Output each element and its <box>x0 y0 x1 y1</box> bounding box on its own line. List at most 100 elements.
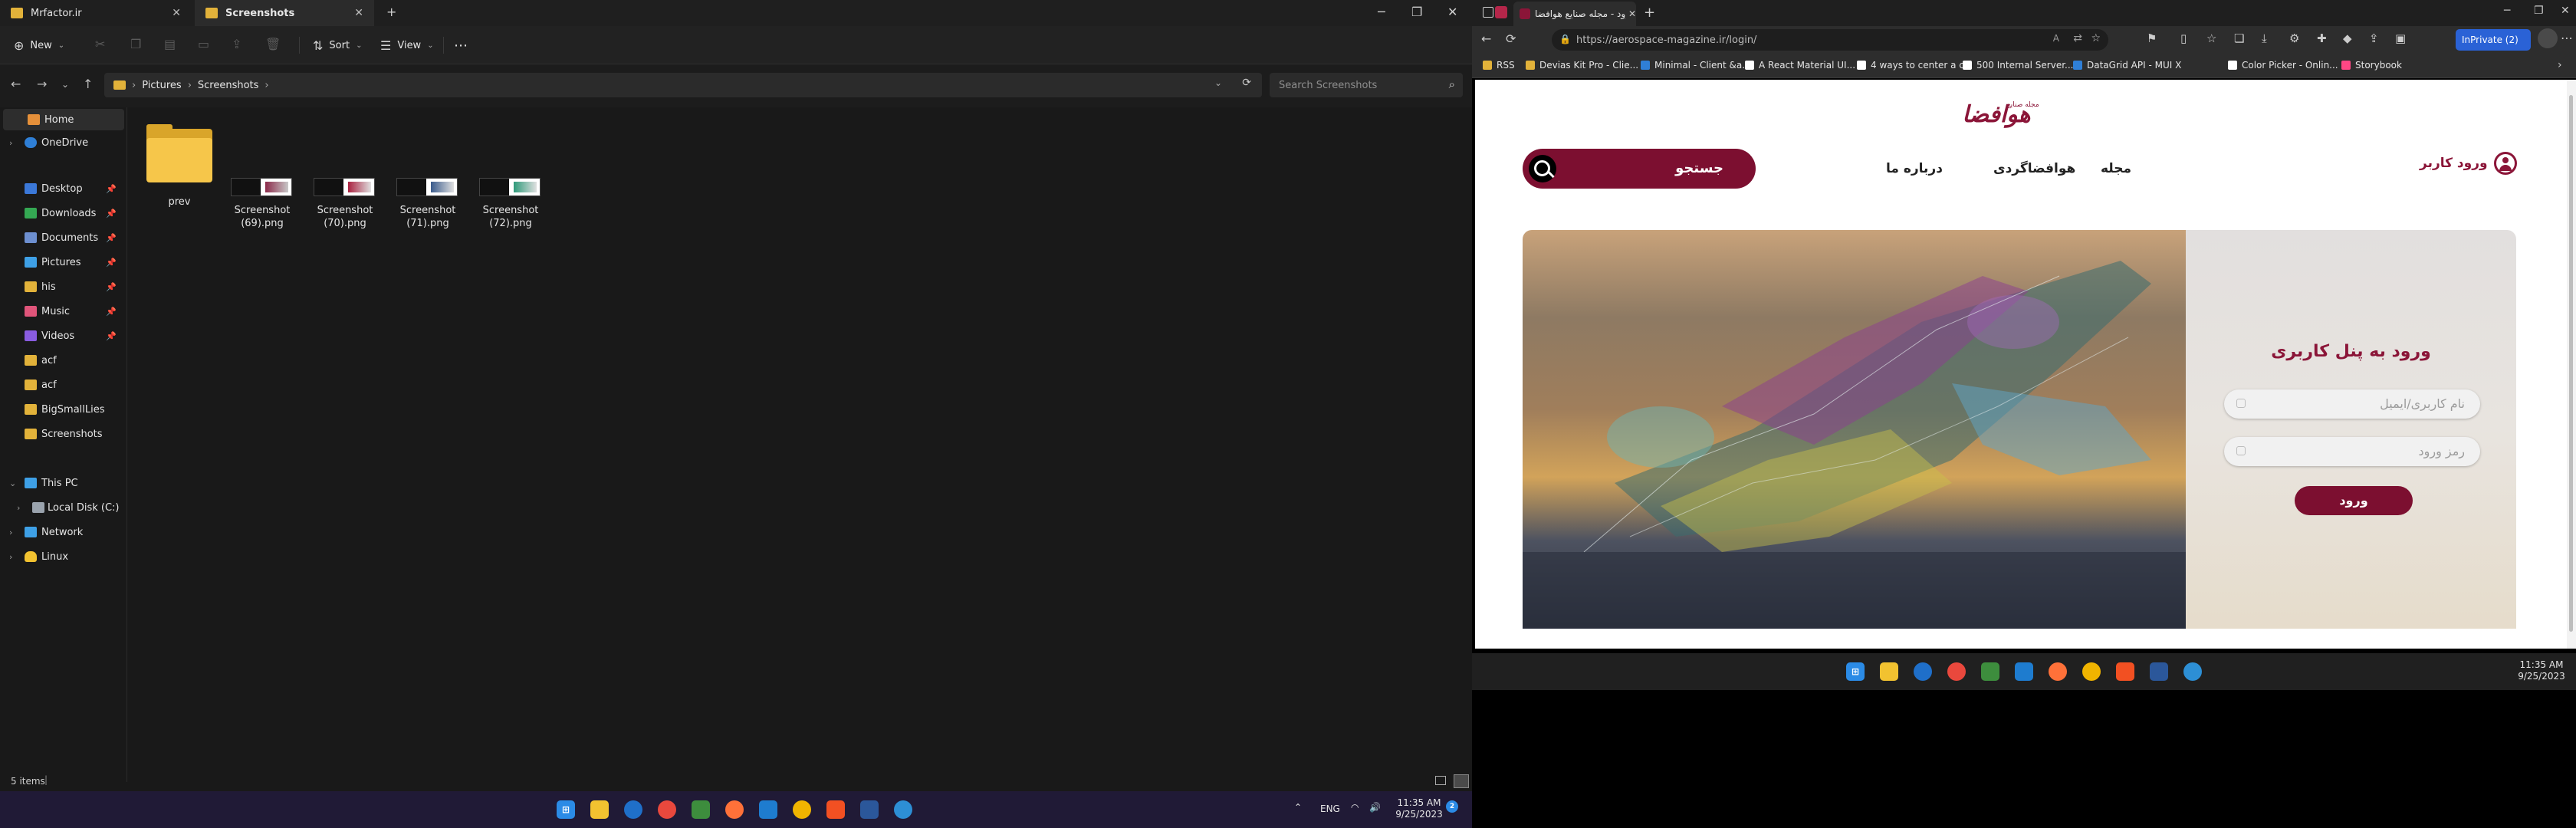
breadcrumb-screenshots[interactable]: Screenshots <box>198 80 259 91</box>
translate-icon[interactable]: ⇄ <box>2073 32 2082 44</box>
nav-aerospace-tour[interactable]: هوافضاگردی <box>1993 161 2075 176</box>
page-scrollbar[interactable] <box>2567 80 2576 649</box>
xampp-icon[interactable] <box>2116 662 2134 681</box>
extension-icon[interactable]: ✚ <box>2317 31 2327 45</box>
refresh-icon[interactable]: ⟳ <box>1242 77 1251 89</box>
start-icon[interactable]: ⊞ <box>1846 662 1865 681</box>
maximize-icon[interactable]: ❐ <box>2534 5 2544 17</box>
sidebar-item-onedrive[interactable]: › OneDrive <box>0 132 124 153</box>
more-options-icon[interactable]: ⋯ <box>454 34 468 57</box>
clock[interactable]: 11:35 AM 9/25/2023 <box>1394 797 1444 820</box>
settings-icon[interactable]: ⚙ <box>2289 31 2299 45</box>
details-view-icon[interactable] <box>1435 776 1446 785</box>
forward-icon[interactable]: → <box>37 77 47 91</box>
sidebar-item-local-disk[interactable]: › Local Disk (C:) <box>0 497 124 518</box>
firefox-icon[interactable] <box>2049 662 2067 681</box>
chrome-icon[interactable] <box>658 800 676 819</box>
start-icon[interactable]: ⊞ <box>557 800 575 819</box>
split-screen-icon[interactable]: ▯ <box>2180 31 2187 45</box>
xampp-icon[interactable] <box>826 800 845 819</box>
sidebar-item-desktop[interactable]: Desktop 📌 <box>0 178 124 199</box>
password-input[interactable]: رمز ورود <box>2224 437 2480 466</box>
paste-icon[interactable]: ▤ <box>164 37 176 51</box>
file-explorer-icon[interactable] <box>590 800 609 819</box>
bookmark-item[interactable]: Color Picker - Onlin... <box>2228 60 2338 71</box>
bookmark-item[interactable]: Devias Kit Pro - Clie... <box>1526 60 1638 71</box>
minimize-icon[interactable]: ─ <box>1378 5 1385 19</box>
collections-icon[interactable]: ❏ <box>2234 31 2244 45</box>
up-icon[interactable]: ↑ <box>83 77 93 91</box>
sidebar-item-acf[interactable]: acf <box>0 350 124 371</box>
chrome-canary-icon[interactable] <box>2082 662 2101 681</box>
copy-icon[interactable]: ❐ <box>130 37 141 51</box>
clock[interactable]: 11:35 AM 9/25/2023 <box>2515 659 2568 682</box>
chevron-up-icon[interactable]: ⌃ <box>1294 802 1302 813</box>
globe-icon[interactable] <box>2183 662 2202 681</box>
sidebar-item-screenshots[interactable]: Screenshots <box>0 423 124 445</box>
bookmark-item[interactable]: 4 ways to center a c... <box>1857 60 1973 71</box>
close-window-icon[interactable]: ✕ <box>2561 5 2570 17</box>
login-button[interactable]: ورود <box>2295 486 2413 515</box>
vscode-icon[interactable] <box>2015 662 2033 681</box>
sidebar-item-downloads[interactable]: Downloads 📌 <box>0 202 124 224</box>
sidebar-item-videos[interactable]: Videos 📌 <box>0 325 124 347</box>
search-icon[interactable] <box>1529 155 1556 182</box>
share-icon[interactable]: ⇪ <box>2369 31 2379 45</box>
firefox-icon[interactable] <box>725 800 744 819</box>
breadcrumb-pictures[interactable]: Pictures <box>142 80 181 91</box>
chevron-right-icon[interactable]: › <box>9 138 12 148</box>
profile-avatar[interactable] <box>2538 28 2558 48</box>
sidebar-item-linux[interactable]: › Linux <box>0 546 124 567</box>
chevron-right-icon[interactable]: › <box>9 552 12 562</box>
word-icon[interactable] <box>2150 662 2168 681</box>
downloads-icon[interactable]: ⤓ <box>2262 31 2267 45</box>
back-icon[interactable]: ← <box>11 77 21 91</box>
nav-about[interactable]: درباره ما <box>1886 161 1943 176</box>
nav-magazine[interactable]: مجله <box>2101 161 2131 176</box>
chevron-right-icon[interactable]: › <box>9 527 12 537</box>
word-icon[interactable] <box>860 800 879 819</box>
site-favicon[interactable] <box>1495 6 1507 18</box>
back-icon[interactable]: ← <box>1481 31 1491 46</box>
refresh-icon[interactable]: ⟳ <box>1506 31 1516 46</box>
view-button[interactable]: ☰ View ⌄ <box>380 34 434 57</box>
tiles-view-icon[interactable] <box>1454 774 1469 788</box>
site-search-input[interactable]: جستجو <box>1523 149 1756 189</box>
favorite-star-icon[interactable]: ☆ <box>2091 32 2101 44</box>
sidebar-item-music[interactable]: Music 📌 <box>0 301 124 322</box>
rename-icon[interactable]: ▭ <box>198 37 209 51</box>
minimize-icon[interactable]: ─ <box>2504 5 2510 17</box>
url-bar[interactable]: 🔒 https://aerospace-magazine.ir/login/ A… <box>1552 29 2108 51</box>
sidebar-item-documents[interactable]: Documents 📌 <box>0 227 124 248</box>
ad-blocker-icon[interactable]: ◆ <box>2343 31 2352 45</box>
tab-mrfactor[interactable]: Mrfactor.ir ✕ <box>0 0 192 26</box>
username-input[interactable]: نام کاربری/ایمیل <box>2224 389 2480 419</box>
sidebar-item-network[interactable]: › Network <box>0 521 124 543</box>
extensions-icon[interactable]: ⚑ <box>2147 31 2157 45</box>
close-window-icon[interactable]: ✕ <box>1447 5 1457 19</box>
language-indicator[interactable]: ENG <box>1320 803 1340 815</box>
notification-icon[interactable]: 2 <box>1446 800 1458 813</box>
recent-locations-icon[interactable]: ⌄ <box>61 79 69 90</box>
chrome-icon[interactable] <box>1947 662 1966 681</box>
bookmark-item[interactable]: 500 Internal Server... <box>1963 60 2073 71</box>
sort-button[interactable]: ⇅ Sort ⌄ <box>313 34 362 57</box>
new-tab-icon[interactable]: + <box>1644 5 1655 21</box>
user-login-link[interactable]: ورود کاربر <box>2420 152 2517 175</box>
tab-aerospace-login[interactable]: ورود - مجله صنایع هوافضا ✕ <box>1513 2 1636 26</box>
search-input[interactable]: Search Screenshots ⌕ <box>1270 73 1463 97</box>
bookmark-item[interactable]: Minimal - Client &a... <box>1641 60 1751 71</box>
tab-screenshots[interactable]: Screenshots ✕ <box>195 0 374 26</box>
read-aloud-icon[interactable]: A <box>2053 33 2059 44</box>
bookmark-item[interactable]: A React Material UI... <box>1745 60 1855 71</box>
more-options-icon[interactable]: ⋯ <box>2561 31 2573 45</box>
chevron-down-icon[interactable]: ⌄ <box>9 478 16 488</box>
edge-icon[interactable] <box>1914 662 1932 681</box>
delete-icon[interactable]: 🗑 <box>265 37 281 51</box>
globe-icon[interactable] <box>894 800 912 819</box>
chrome-canary-icon[interactable] <box>793 800 811 819</box>
sidebar-item-bigsmalllies[interactable]: BigSmallLies <box>0 399 124 420</box>
sidebar-item-his[interactable]: his 📌 <box>0 276 124 297</box>
chevron-right-icon[interactable]: › <box>17 503 20 513</box>
file-explorer-icon[interactable] <box>1880 662 1898 681</box>
